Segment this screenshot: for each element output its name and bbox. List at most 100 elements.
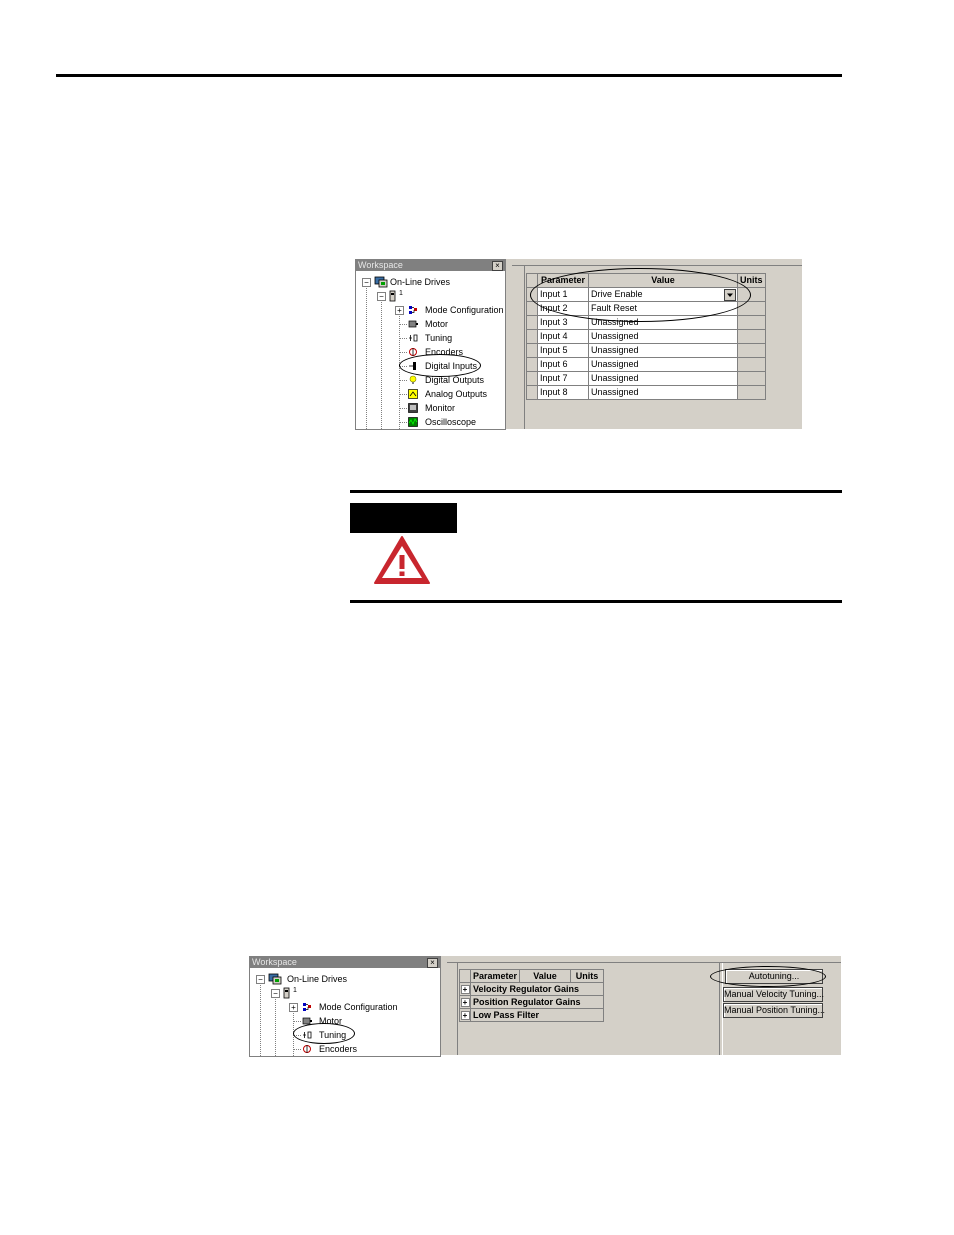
table-row[interactable]: Input 4 Unassigned (526, 329, 766, 344)
table-row[interactable]: Input 7 Unassigned (526, 371, 766, 386)
parameter-cell: Input 2 (537, 301, 589, 316)
tree-item-oscilloscope[interactable]: Oscilloscope (425, 417, 476, 428)
parameter-cell: Input 1 (537, 287, 589, 302)
value-cell[interactable]: Unassigned (588, 371, 738, 386)
chevron-down-icon (727, 293, 733, 297)
collapse-icon[interactable]: − (271, 989, 280, 998)
autotuning-button[interactable]: Autotuning... (725, 969, 823, 984)
figure-digital-inputs: Workspace × − On-Line Drives − 1 + Mode … (355, 259, 802, 430)
group-label[interactable]: Velocity Regulator Gains (469, 982, 605, 996)
parameter-cell: Input 3 (537, 315, 589, 330)
column-header-value[interactable]: Value (519, 969, 572, 983)
expand-icon[interactable]: + (460, 998, 470, 1007)
collapse-icon[interactable]: − (256, 975, 265, 984)
column-header-parameter[interactable]: Parameter (537, 273, 589, 288)
tree-item-monitor[interactable]: Monitor (425, 403, 455, 414)
analog-outputs-icon (408, 389, 418, 399)
workspace-pane: Workspace × − On-Line Drives − 1 + Mode … (355, 259, 506, 430)
table-row[interactable]: Input 3 Unassigned (526, 315, 766, 330)
table-row[interactable]: + Low Pass Filter (459, 1008, 605, 1022)
collapse-icon[interactable]: − (362, 278, 371, 287)
tree-item-motor[interactable]: Motor (319, 1016, 342, 1027)
table-row[interactable]: Input 6 Unassigned (526, 357, 766, 372)
tree-item-tuning[interactable]: Tuning (319, 1030, 346, 1041)
value-cell[interactable]: Unassigned (588, 357, 738, 372)
value-cell[interactable]: Unassigned (588, 329, 738, 344)
tree-item-online-drives[interactable]: On-Line Drives (287, 974, 347, 985)
encoders-icon (303, 1045, 311, 1053)
online-drives-icon (268, 973, 282, 985)
tree-item-encoders[interactable]: Encoders (319, 1044, 357, 1055)
column-header-units[interactable]: Units (737, 273, 766, 288)
parameter-cell: Input 6 (537, 357, 589, 372)
tree-item-drive[interactable]: 1 (293, 985, 297, 996)
tree-item-mode-configuration[interactable]: Mode Configuration (425, 305, 504, 316)
value-cell[interactable]: Drive Enable (588, 287, 738, 302)
value-cell[interactable]: Unassigned (588, 385, 738, 400)
motor-icon (408, 320, 418, 328)
collapse-icon[interactable]: − (377, 292, 386, 301)
value-cell[interactable]: Unassigned (588, 343, 738, 358)
manual-velocity-tuning-button[interactable]: Manual Velocity Tuning... (723, 987, 824, 1002)
oscilloscope-icon (408, 417, 418, 427)
digital-inputs-icon (409, 362, 416, 370)
column-header-units[interactable]: Units (570, 969, 605, 983)
parameter-cell: Input 7 (537, 371, 589, 386)
tree-item-online-drives[interactable]: On-Line Drives (390, 277, 450, 288)
tuning-icon (409, 334, 418, 342)
value-cell[interactable]: Unassigned (588, 315, 738, 330)
table-row[interactable]: Input 2 Fault Reset (526, 301, 766, 316)
drive-icon (283, 987, 290, 999)
column-header-value[interactable]: Value (588, 273, 738, 288)
mode-configuration-icon (303, 1003, 311, 1011)
group-label[interactable]: Position Regulator Gains (469, 995, 605, 1009)
tree-item-drive[interactable]: 1 (399, 288, 403, 299)
table-row[interactable]: + Velocity Regulator Gains (459, 982, 605, 996)
page-header-rule (56, 74, 842, 77)
value-cell[interactable]: Fault Reset (588, 301, 738, 316)
workspace-pane: Workspace × − On-Line Drives − 1 + Mode … (249, 956, 441, 1057)
tree-item-mode-configuration[interactable]: Mode Configuration (319, 1002, 398, 1013)
parameter-cell: Input 4 (537, 329, 589, 344)
monitor-icon (408, 403, 418, 413)
close-icon[interactable]: × (492, 261, 503, 271)
figure-tuning: Workspace × − On-Line Drives − 1 + Mode … (249, 956, 841, 1057)
mode-configuration-icon (409, 306, 417, 314)
online-drives-icon (374, 276, 388, 288)
motor-icon (302, 1017, 312, 1025)
close-icon[interactable]: × (427, 958, 438, 968)
tuning-icon (303, 1031, 312, 1039)
expand-icon[interactable]: + (289, 1003, 298, 1012)
parameter-panel: Parameter Value Units Input 1 Drive Enab… (512, 259, 802, 429)
digital-outputs-icon (409, 375, 417, 384)
expand-icon[interactable]: + (460, 985, 470, 994)
digital-inputs-grid: Parameter Value Units Input 1 Drive Enab… (526, 273, 766, 400)
tree-item-analog-outputs[interactable]: Analog Outputs (425, 389, 487, 400)
warning-triangle-icon (374, 536, 430, 584)
tree-item-encoders[interactable]: Encoders (425, 347, 463, 358)
tuning-panel: Parameter Value Units + Velocity Regulat… (447, 956, 841, 1055)
table-row[interactable]: Input 8 Unassigned (526, 385, 766, 400)
parameter-cell: Input 5 (537, 343, 589, 358)
table-row[interactable]: Input 1 Drive Enable (526, 287, 766, 302)
tree-item-digital-outputs[interactable]: Digital Outputs (425, 375, 484, 386)
tree-item-digital-inputs[interactable]: Digital Inputs (425, 361, 477, 372)
workspace-title: Workspace (250, 957, 440, 968)
group-label[interactable]: Low Pass Filter (469, 1008, 605, 1022)
workspace-title: Workspace (356, 260, 505, 271)
warning-bottom-rule (350, 600, 842, 603)
tree-item-tuning[interactable]: Tuning (425, 333, 452, 344)
expand-icon[interactable]: + (395, 306, 404, 315)
table-row[interactable]: Input 5 Unassigned (526, 343, 766, 358)
table-row[interactable]: + Position Regulator Gains (459, 995, 605, 1009)
value-select[interactable]: Drive Enable (591, 289, 643, 299)
parameter-cell: Input 8 (537, 385, 589, 400)
column-header-parameter[interactable]: Parameter (469, 969, 521, 983)
manual-position-tuning-button[interactable]: Manual Position Tuning... (723, 1003, 825, 1018)
expand-icon[interactable]: + (460, 1011, 470, 1020)
drive-icon (389, 290, 396, 302)
warning-top-rule (350, 490, 842, 493)
encoders-icon (409, 348, 417, 356)
dropdown-button[interactable] (724, 289, 736, 301)
tree-item-motor[interactable]: Motor (425, 319, 448, 330)
